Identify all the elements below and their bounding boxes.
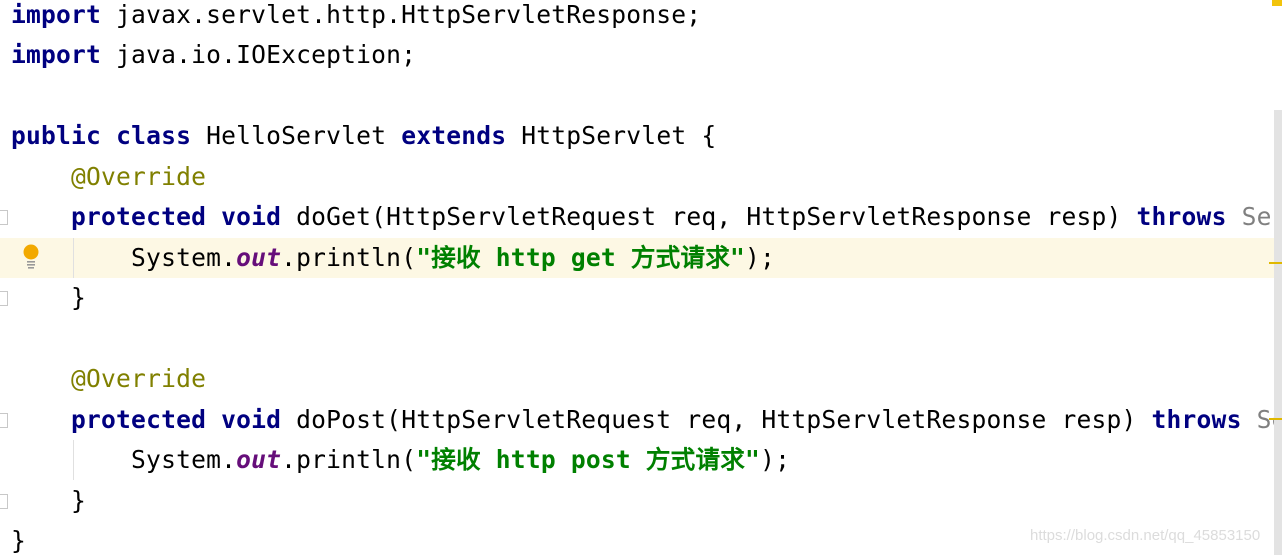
code-token: "接收 http post 方式请求" [416,445,761,475]
code-token: doPost(HttpServletRequest req, HttpServl… [281,404,1152,434]
code-line[interactable]: import java.io.IOException; [0,35,1274,75]
code-line[interactable]: System.out.println("接收 http get 方式请求"); [0,237,1274,278]
code-token: } [11,485,87,515]
code-token: } [11,525,27,555]
code-token: doGet(HttpServletRequest req, HttpServle… [281,202,1137,232]
code-line[interactable]: protected void doGet(HttpServletRequest … [0,197,1274,237]
code-line[interactable]: public class HelloServlet extends HttpSe… [0,116,1274,156]
code-token: ); [760,445,791,475]
code-text: System.out.println("接收 http get 方式请求"); [11,238,775,278]
code-token: import [11,0,102,29]
code-token: System. [11,242,237,272]
code-token: .println( [281,445,417,475]
warning-stripe-marker[interactable] [1269,418,1282,420]
code-token: } [11,283,87,313]
code-line[interactable] [0,319,1274,359]
code-token: throws [1136,202,1227,232]
code-token: public [11,121,102,151]
code-line[interactable]: import javax.servlet.http.HttpServletRes… [0,0,1274,35]
code-token: void [221,202,282,232]
fold-icon[interactable] [0,210,8,226]
code-text: @Override [11,157,206,197]
fold-icon[interactable] [0,291,8,307]
fold-icon[interactable] [0,412,8,428]
code-token: HelloServlet [191,121,402,151]
code-token: java.io.IOException; [101,40,417,70]
code-line[interactable] [0,76,1274,116]
error-stripe-marker[interactable] [1272,0,1282,6]
fold-icon[interactable] [0,493,8,509]
code-text: import java.io.IOException; [11,35,416,75]
warning-stripe-marker[interactable] [1269,262,1282,264]
code-line[interactable]: @Override [0,157,1274,197]
code-text: protected void doPost(HttpServletRequest… [11,400,1274,440]
watermark: https://blog.csdn.net/qq_45853150 [1030,527,1261,544]
code-text: import javax.servlet.http.HttpServletRes… [11,0,701,35]
code-token: throws [1151,404,1242,434]
code-text: @Override [11,359,206,399]
code-text: System.out.println("接收 http post 方式请求"); [11,440,790,480]
code-token: System. [11,445,237,475]
code-token: javax.servlet.http.HttpServletResponse; [101,0,702,29]
code-token: class [116,121,192,151]
code-text: } [11,278,86,318]
code-line[interactable]: System.out.println("接收 http post 方式请求"); [0,440,1274,481]
code-token: out [236,242,282,272]
code-token: ); [745,242,776,272]
code-token: void [221,404,282,434]
code-editor[interactable]: import javax.servlet.http.HttpServletRes… [0,0,1274,555]
code-token: import [11,40,102,70]
code-line[interactable]: } [0,278,1274,318]
code-text: } [11,481,86,521]
code-line[interactable]: protected void doPost(HttpServletRequest… [0,400,1274,440]
code-token: extends [401,121,507,151]
code-token: out [236,445,282,475]
code-line[interactable]: @Override [0,359,1274,399]
code-token: protected [71,202,207,232]
code-token: @Override [71,364,207,394]
code-text: protected void doGet(HttpServletRequest … [11,197,1274,237]
vertical-scrollbar[interactable] [1274,110,1282,555]
code-token: Ser [1241,202,1274,232]
code-token: .println( [281,242,417,272]
code-text: public class HelloServlet extends HttpSe… [11,116,716,156]
code-token: @Override [71,161,207,191]
code-token: protected [71,404,207,434]
code-token: "接收 http get 方式请求" [416,242,746,272]
code-text: } [11,521,26,555]
code-line[interactable]: } [0,481,1274,521]
code-token: HttpServlet { [506,121,717,151]
